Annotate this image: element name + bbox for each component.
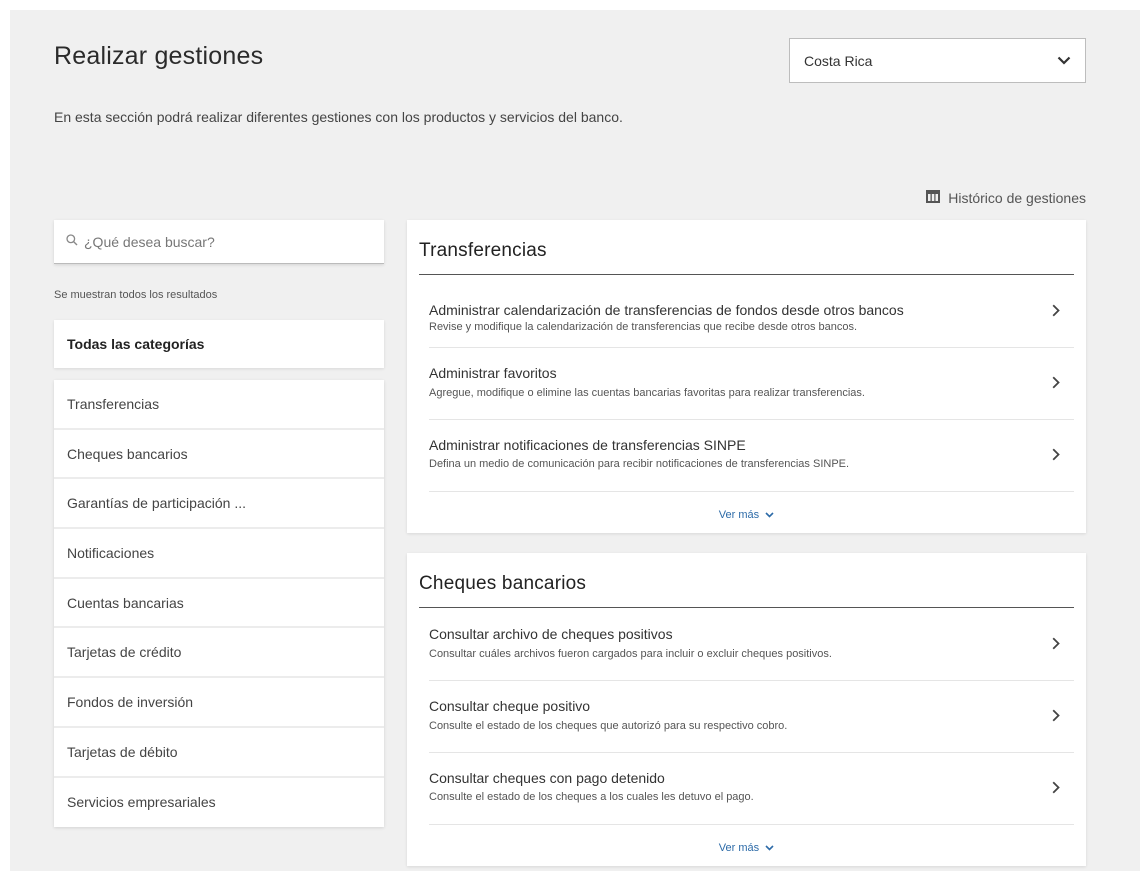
action-title: Consultar archivo de cheques positivos	[429, 626, 673, 642]
chevron-right-icon	[1052, 448, 1060, 466]
action-row[interactable]: Consultar cheque positivo Consulte el es…	[429, 681, 1074, 753]
action-row[interactable]: Administrar favoritos Agregue, modifique…	[429, 348, 1074, 420]
category-list: Transferencias Cheques bancarios Garantí…	[54, 380, 384, 828]
category-item-cheques-bancarios[interactable]: Cheques bancarios	[54, 430, 384, 480]
chevron-right-icon	[1052, 376, 1060, 394]
ver-mas-link[interactable]: Ver más	[407, 842, 1086, 854]
chevron-right-icon	[1052, 637, 1060, 655]
history-link-label: Histórico de gestiones	[948, 190, 1086, 206]
chevron-down-icon	[765, 842, 774, 854]
action-title: Administrar calendarización de transfere…	[429, 302, 904, 318]
category-item-garantias[interactable]: Garantías de participación ...	[54, 479, 384, 530]
category-item-transferencias[interactable]: Transferencias	[54, 380, 384, 430]
history-link[interactable]: Histórico de gestiones	[926, 190, 1086, 206]
search-icon	[66, 233, 78, 251]
action-row[interactable]: Administrar calendarización de transfere…	[429, 276, 1074, 348]
page-description: En esta sección podrá realizar diferente…	[54, 109, 623, 125]
action-title: Administrar favoritos	[429, 365, 557, 381]
category-item-tarjetas-debito[interactable]: Tarjetas de débito	[54, 728, 384, 778]
section-title: Cheques bancarios	[419, 573, 587, 594]
results-note: Se muestran todos los resultados	[54, 289, 218, 301]
action-description: Consulte el estado de los cheques a los …	[429, 791, 754, 803]
action-title: Consultar cheques con pago detenido	[429, 770, 665, 786]
action-description: Revise y modifique la calendarización de…	[429, 321, 858, 333]
chevron-right-icon	[1052, 781, 1060, 799]
category-item-fondos-inversion[interactable]: Fondos de inversión	[54, 678, 384, 728]
page-container: Realizar gestiones Costa Rica En esta se…	[10, 10, 1140, 871]
chevron-right-icon	[1052, 709, 1060, 727]
category-item-cuentas-bancarias[interactable]: Cuentas bancarias	[54, 579, 384, 629]
category-item-tarjetas-credito[interactable]: Tarjetas de crédito	[54, 628, 384, 679]
action-description: Defina un medio de comunicación para rec…	[429, 458, 850, 470]
section-card-cheques-bancarios: Cheques bancarios Consultar archivo de c…	[407, 553, 1086, 866]
section-divider	[419, 274, 1074, 275]
action-title: Consultar cheque positivo	[429, 698, 591, 714]
table-icon	[926, 190, 941, 206]
country-select[interactable]: Costa Rica	[789, 38, 1086, 83]
ver-mas-label: Ver más	[718, 509, 760, 521]
action-description: Consulte el estado de los cheques que au…	[429, 720, 788, 732]
search-input[interactable]	[84, 233, 364, 250]
action-row[interactable]: Consultar archivo de cheques positivos C…	[429, 609, 1074, 681]
action-row[interactable]: Administrar notificaciones de transferen…	[429, 420, 1074, 492]
page-title: Realizar gestiones	[54, 42, 264, 70]
country-select-value: Costa Rica	[804, 52, 873, 69]
category-item-notificaciones[interactable]: Notificaciones	[54, 529, 384, 579]
section-title: Transferencias	[419, 240, 547, 261]
action-description: Consultar cuáles archivos fueron cargado…	[429, 648, 832, 660]
action-title: Administrar notificaciones de transferen…	[429, 437, 746, 453]
ver-mas-link[interactable]: Ver más	[407, 509, 1086, 521]
section-divider	[419, 607, 1074, 608]
section-card-transferencias: Transferencias Administrar calendarizaci…	[407, 220, 1086, 533]
ver-mas-label: Ver más	[718, 842, 760, 854]
action-row[interactable]: Consultar cheques con pago detenido Cons…	[429, 753, 1074, 825]
search-box	[54, 220, 384, 264]
chevron-right-icon	[1052, 304, 1060, 322]
action-description: Agregue, modifique o elimine las cuentas…	[429, 387, 865, 399]
chevron-down-icon	[765, 509, 774, 521]
category-all[interactable]: Todas las categorías	[54, 320, 384, 368]
category-item-servicios-empresariales[interactable]: Servicios empresariales	[54, 778, 384, 828]
chevron-down-icon	[1057, 56, 1071, 65]
